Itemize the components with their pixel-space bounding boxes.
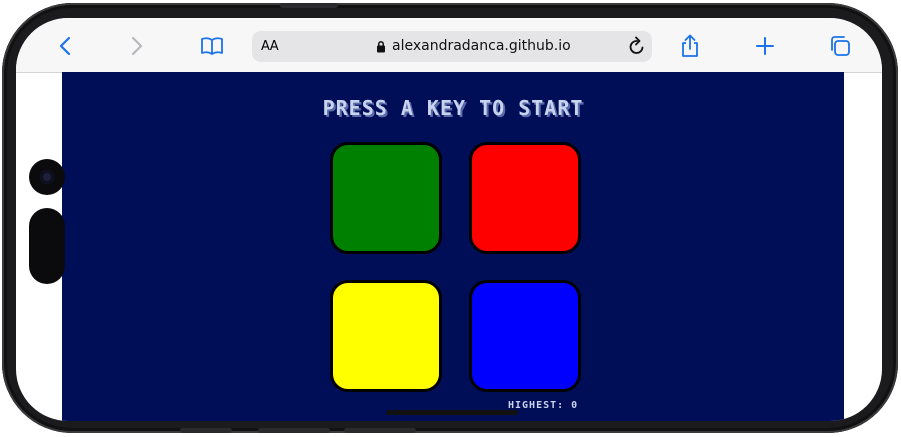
address-bar[interactable]: AA alexandradanca.github.io (252, 31, 652, 62)
url-display[interactable]: alexandradanca.github.io (376, 38, 571, 54)
text-size-label: AA (261, 39, 279, 54)
browser-toolbar: AA alexandradanca.github.io (16, 18, 882, 73)
bookmarks-icon[interactable] (200, 34, 224, 58)
camera-icon (29, 159, 65, 195)
home-indicator[interactable] (386, 410, 518, 415)
tabs-icon[interactable] (828, 34, 852, 58)
text-size-button[interactable]: AA (261, 39, 279, 54)
green-tile[interactable] (330, 142, 442, 254)
game-page: PRESS A KEY TO START HIGHEST: 0 (62, 72, 844, 421)
game-title: PRESS A KEY TO START (322, 96, 584, 120)
url-text: alexandradanca.github.io (392, 38, 571, 54)
hardware-button-bottom-3 (344, 428, 416, 433)
hardware-button-bottom-2 (258, 428, 330, 433)
yellow-tile[interactable] (330, 280, 442, 392)
red-tile[interactable] (469, 142, 581, 254)
new-tab-icon[interactable] (753, 34, 777, 58)
hardware-button-bottom-1 (180, 428, 232, 433)
back-icon[interactable] (53, 34, 77, 58)
reload-icon[interactable] (628, 36, 646, 60)
share-icon[interactable] (678, 34, 702, 58)
dynamic-island (29, 208, 65, 284)
highest-score: HIGHEST: 0 (508, 400, 579, 411)
forward-icon[interactable] (125, 34, 149, 58)
phone-frame: AA alexandradanca.github.io PRESS A KEY … (2, 3, 898, 433)
blue-tile[interactable] (469, 280, 581, 392)
hardware-button-top (280, 3, 338, 8)
screen: AA alexandradanca.github.io PRESS A KEY … (16, 18, 882, 421)
lock-icon (377, 40, 385, 52)
